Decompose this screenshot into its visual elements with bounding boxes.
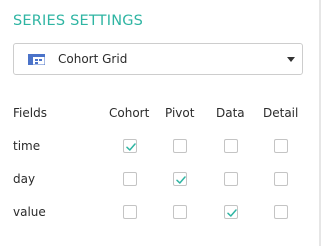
column-header-data: Data [216, 106, 245, 120]
field-label-time: time [13, 139, 41, 153]
column-header-fields: Fields [13, 106, 47, 120]
visualization-type-label: Cohort Grid [58, 52, 128, 66]
field-label-value: value [13, 205, 46, 219]
checkbox-time-data[interactable] [224, 139, 238, 153]
checkmark-icon [126, 143, 136, 151]
checkbox-time-cohort[interactable] [123, 139, 137, 153]
checkbox-value-detail[interactable] [274, 205, 288, 219]
checkbox-day-cohort[interactable] [123, 172, 137, 186]
visualization-type-select[interactable]: Cohort Grid [13, 43, 303, 75]
column-header-cohort: Cohort [109, 106, 150, 120]
checkmark-icon [227, 209, 237, 217]
field-label-day: day [13, 172, 36, 186]
checkbox-value-data[interactable] [224, 205, 238, 219]
column-header-detail: Detail [263, 106, 299, 120]
grid-icon [28, 54, 45, 65]
caret-down-icon [287, 57, 295, 62]
section-title: SERIES SETTINGS [13, 13, 144, 29]
checkmark-icon [176, 176, 186, 184]
checkbox-value-pivot[interactable] [173, 205, 187, 219]
checkbox-time-detail[interactable] [274, 139, 288, 153]
series-settings-panel: SERIES SETTINGS Cohort Grid Fields Cohor… [0, 0, 321, 246]
checkbox-time-pivot[interactable] [173, 139, 187, 153]
checkbox-day-detail[interactable] [274, 172, 288, 186]
checkbox-day-pivot[interactable] [173, 172, 187, 186]
checkbox-value-cohort[interactable] [123, 205, 137, 219]
column-header-pivot: Pivot [165, 106, 195, 120]
checkbox-day-data[interactable] [224, 172, 238, 186]
